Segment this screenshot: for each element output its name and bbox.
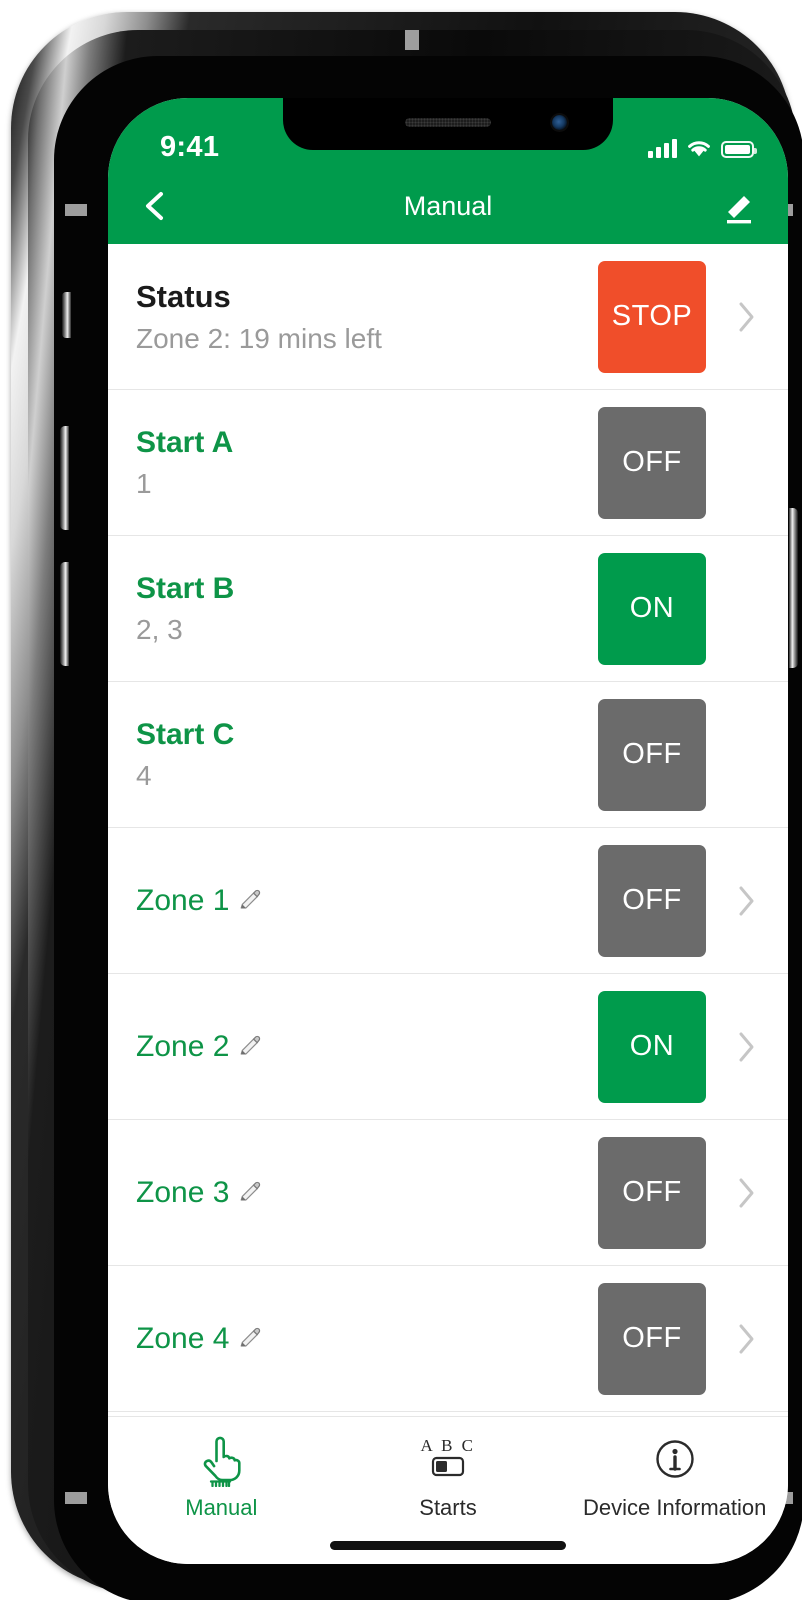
row-title: Zone 2 xyxy=(136,1030,598,1064)
volume-up-button[interactable] xyxy=(60,426,69,530)
tab-label: Manual xyxy=(185,1495,258,1520)
antenna-band-left-top xyxy=(65,204,87,216)
manual-list: Status Zone 2: 19 mins left STOP Start A 1 OF… xyxy=(108,244,788,1412)
chevron-right-icon[interactable] xyxy=(706,884,788,918)
list-row-start-a[interactable]: Start A 1 OFF xyxy=(108,390,788,536)
row-text: Start B 2, 3 xyxy=(136,572,598,646)
pointing-hand-icon xyxy=(196,1431,246,1487)
toggle-button-status[interactable]: STOP xyxy=(598,260,706,373)
row-text: Zone 4 xyxy=(136,1322,598,1356)
battery-full-icon xyxy=(721,141,757,158)
pencil-icon[interactable] xyxy=(238,1035,262,1059)
tab-device[interactable]: Device Information xyxy=(561,1431,788,1521)
front-camera-icon xyxy=(552,115,567,130)
home-indicator[interactable] xyxy=(330,1541,566,1550)
svg-text:A B C: A B C xyxy=(420,1436,475,1455)
pencil-icon[interactable] xyxy=(238,1181,262,1205)
phone-frame-outer: 9:41 Manual Status Zone 2: 19 mins left … xyxy=(11,12,802,1600)
notch xyxy=(283,98,613,150)
phone-body: 9:41 Manual Status Zone 2: 19 mins left … xyxy=(54,56,802,1600)
status-bar-clock: 9:41 xyxy=(160,131,220,163)
row-title-label: Start A xyxy=(136,425,234,459)
list-row-start-c[interactable]: Start C 4 OFF xyxy=(108,682,788,828)
edit-button[interactable] xyxy=(716,184,760,228)
row-subtitle: 4 xyxy=(136,759,152,791)
row-title-label: Zone 4 xyxy=(136,1321,230,1355)
toggle-button-zone-4[interactable]: OFF xyxy=(598,1282,706,1395)
tab-starts[interactable]: A B C Starts xyxy=(335,1431,562,1521)
row-text: Zone 3 xyxy=(136,1176,598,1210)
list-row-zone-3[interactable]: Zone 3 OFF xyxy=(108,1120,788,1266)
toggle-button-zone-1[interactable]: OFF xyxy=(598,844,706,957)
row-subtitle: 1 xyxy=(136,467,152,499)
antenna-band-left-bottom xyxy=(65,1492,87,1504)
row-title-label: Zone 2 xyxy=(136,1029,230,1063)
list-row-start-b[interactable]: Start B 2, 3 ON xyxy=(108,536,788,682)
pencil-icon[interactable] xyxy=(238,889,262,913)
list-row-status[interactable]: Status Zone 2: 19 mins left STOP xyxy=(108,244,788,390)
row-title: Start A xyxy=(136,426,598,460)
chevron-right-icon[interactable] xyxy=(706,1030,788,1064)
row-title: Status xyxy=(136,279,598,315)
status-bar: 9:41 Manual xyxy=(108,98,788,244)
row-subtitle: Zone 2: 19 mins left xyxy=(136,322,382,354)
row-title: Zone 1 xyxy=(136,884,598,918)
row-title: Zone 3 xyxy=(136,1176,598,1210)
tab-label: Starts xyxy=(419,1495,477,1520)
toggle-button-zone-3[interactable]: OFF xyxy=(598,1136,706,1249)
list-row-zone-2[interactable]: Zone 2 ON xyxy=(108,974,788,1120)
list-row-zone-1[interactable]: Zone 1 OFF xyxy=(108,828,788,974)
tab-manual[interactable]: Manual xyxy=(108,1431,335,1521)
info-circle-icon xyxy=(647,1431,703,1487)
toggle-button-start-a[interactable]: OFF xyxy=(598,406,706,519)
abc-switch-icon: A B C xyxy=(420,1431,476,1487)
mute-switch-button[interactable] xyxy=(62,292,71,338)
chevron-right-icon[interactable] xyxy=(706,1322,788,1356)
row-text: Status Zone 2: 19 mins left xyxy=(136,279,598,355)
row-title-label: Status xyxy=(136,278,231,314)
chevron-right-icon[interactable] xyxy=(706,300,788,334)
list-row-zone-4[interactable]: Zone 4 OFF xyxy=(108,1266,788,1412)
navigation-bar: Manual xyxy=(108,168,788,244)
row-title-label: Zone 3 xyxy=(136,1175,230,1209)
phone-screen: 9:41 Manual Status Zone 2: 19 mins left … xyxy=(108,98,788,1564)
power-button[interactable] xyxy=(789,508,798,668)
wifi-icon xyxy=(686,138,712,158)
row-title-label: Zone 1 xyxy=(136,883,230,917)
toggle-button-start-b[interactable]: ON xyxy=(598,552,706,665)
chevron-right-icon[interactable] xyxy=(706,1176,788,1210)
row-title-label: Start C xyxy=(136,717,235,751)
antenna-band-top xyxy=(405,30,419,50)
volume-down-button[interactable] xyxy=(60,562,69,666)
row-title: Start B xyxy=(136,572,598,606)
earpiece-speaker-icon xyxy=(405,118,491,127)
tab-label: Device Information xyxy=(582,1495,767,1520)
phone-frame-band: 9:41 Manual Status Zone 2: 19 mins left … xyxy=(28,30,802,1600)
row-text: Start C 4 xyxy=(136,718,598,792)
toggle-button-start-c[interactable]: OFF xyxy=(598,698,706,811)
row-text: Zone 2 xyxy=(136,1030,598,1064)
page-title: Manual xyxy=(403,190,493,221)
row-title: Zone 4 xyxy=(136,1322,598,1356)
row-subtitle: 2, 3 xyxy=(136,613,183,645)
pencil-icon[interactable] xyxy=(238,1327,262,1351)
status-bar-icons xyxy=(648,134,757,158)
row-text: Zone 1 xyxy=(136,884,598,918)
screenshot-root: 9:41 Manual Status Zone 2: 19 mins left … xyxy=(0,0,802,1600)
toggle-button-zone-2[interactable]: ON xyxy=(598,990,706,1103)
signal-bars-icon xyxy=(648,138,677,158)
row-title: Start C xyxy=(136,718,598,752)
row-title-label: Start B xyxy=(136,571,235,605)
row-text: Start A 1 xyxy=(136,426,598,500)
back-button[interactable] xyxy=(136,184,176,228)
